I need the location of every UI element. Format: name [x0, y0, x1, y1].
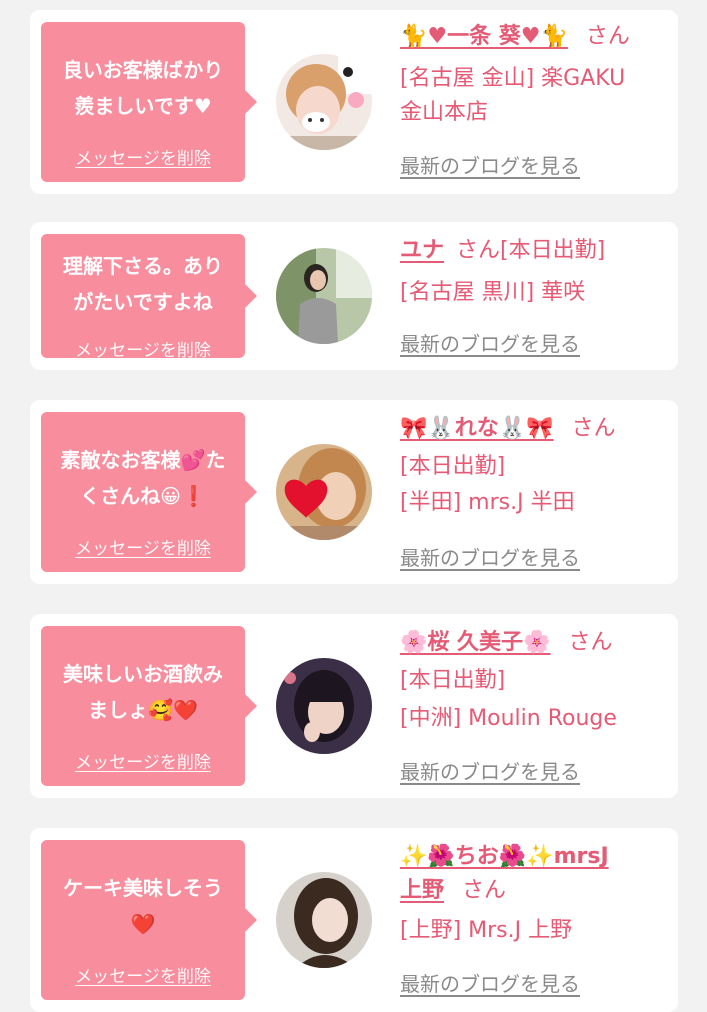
message-card: ケーキ美味しそう ❤️ メッセージを削除 ✨🌺ちお🌺✨mrsJ 上野 さん [上野…: [30, 828, 678, 1012]
shop-name: [半田] mrs.J 半田: [400, 490, 575, 515]
delete-message-link[interactable]: メッセージを削除: [41, 962, 245, 987]
message-text: 良いお客様ばかり 羨ましいです♥: [49, 52, 237, 124]
message-line: 羨ましいです♥: [74, 94, 212, 118]
profile-info: ✨🌺ちお🌺✨mrsJ 上野 さん [上野] Mrs.J 上野 最新のブログを見る: [400, 828, 670, 1012]
work-status: [本日出勤]: [400, 454, 506, 479]
portrait-photo-icon: [276, 658, 372, 754]
message-bubble: 素敵なお客様💕た くさんね😀❗ メッセージを削除: [41, 412, 257, 572]
message-line: 理解下さる。あり: [63, 254, 223, 278]
message-text: 理解下さる。あり がたいですよね: [49, 248, 237, 320]
message-bubble: 美味しいお酒飲み ましょ🥰❤️ メッセージを削除: [41, 626, 257, 786]
profile-name-link[interactable]: 🐈♥一条 葵♥🐈: [400, 24, 568, 49]
message-line: ましょ🥰❤️: [88, 698, 198, 722]
san-label: さん: [456, 238, 501, 263]
shop-name: [名古屋 金山] 楽GAKU: [400, 66, 626, 91]
message-line: がたいですよね: [73, 290, 213, 314]
san-label: さん: [568, 630, 613, 655]
delete-message-link[interactable]: メッセージを削除: [41, 336, 245, 361]
message-line: 美味しいお酒飲み: [63, 662, 223, 686]
delete-message-link[interactable]: メッセージを削除: [41, 748, 245, 773]
message-card: 美味しいお酒飲み ましょ🥰❤️ メッセージを削除 🌸桜 久美子🌸 さん [本日出勤…: [30, 614, 678, 798]
message-line: ケーキ美味しそう: [63, 876, 223, 900]
profile-name-link[interactable]: 🎀🐰れな🐰🎀: [400, 416, 554, 441]
profile-info: 🐈♥一条 葵♥🐈 さん [名古屋 金山] 楽GAKU 金山本店 最新のブログを見る: [400, 10, 670, 194]
message-bubble: 理解下さる。あり がたいですよね メッセージを削除: [41, 234, 257, 361]
name-row: ユナ さん[本日出勤]: [400, 236, 605, 266]
message-text: ケーキ美味しそう ❤️: [49, 870, 237, 942]
san-label: さん: [571, 416, 616, 441]
shop-name: [名古屋 黒川] 華咲: [400, 280, 586, 305]
portrait-photo-icon: [276, 54, 372, 150]
profile-info: ユナ さん[本日出勤] [名古屋 黒川] 華咲 最新のブログを見る: [400, 222, 670, 370]
profile-name-link[interactable]: 上野: [400, 878, 444, 903]
avatar[interactable]: [276, 444, 372, 540]
avatar[interactable]: [276, 248, 372, 344]
profile-info: 🎀🐰れな🐰🎀 さん [本日出勤] [半田] mrs.J 半田 最新のブログを見る: [400, 400, 670, 584]
message-card: 理解下さる。あり がたいですよね メッセージを削除 ユナ さん[本日出勤] [名古…: [30, 222, 678, 370]
profile-name-link[interactable]: ✨🌺ちお🌺✨mrsJ: [400, 844, 609, 869]
shop-name: [上野] Mrs.J 上野: [400, 918, 573, 943]
name-row: 🎀🐰れな🐰🎀 さん: [400, 414, 616, 444]
shop-name: [中洲] Moulin Rouge: [400, 706, 617, 731]
shop-name: 金山本店: [400, 100, 489, 125]
message-card: 素敵なお客様💕た くさんね😀❗ メッセージを削除 🎀🐰れな🐰🎀 さん [本日出勤]…: [30, 400, 678, 584]
portrait-photo-icon: [276, 248, 372, 344]
message-bubble: 良いお客様ばかり 羨ましいです♥ メッセージを削除: [41, 22, 257, 182]
profile-name-link[interactable]: 🌸桜 久美子🌸: [400, 630, 550, 655]
message-line: ❤️: [130, 912, 156, 936]
name-row: 🌸桜 久美子🌸 さん: [400, 628, 612, 658]
delete-message-link[interactable]: メッセージを削除: [41, 534, 245, 559]
message-bubble: ケーキ美味しそう ❤️ メッセージを削除: [41, 840, 257, 1000]
avatar[interactable]: [276, 54, 372, 150]
name-row: 🐈♥一条 葵♥🐈 さん: [400, 22, 630, 52]
message-line: くさんね😀❗: [80, 484, 206, 508]
profile-name-link[interactable]: ユナ: [400, 238, 444, 263]
work-status: [本日出勤]: [500, 238, 606, 263]
message-line: 良いお客様ばかり: [62, 58, 224, 82]
avatar[interactable]: [276, 872, 372, 968]
profile-info: 🌸桜 久美子🌸 さん [本日出勤] [中洲] Moulin Rouge 最新のブロ…: [400, 614, 670, 798]
blog-link[interactable]: 最新のブログを見る: [400, 150, 580, 179]
name-row: ✨🌺ちお🌺✨mrsJ: [400, 842, 609, 872]
blog-link[interactable]: 最新のブログを見る: [400, 968, 580, 997]
portrait-photo-icon: [276, 444, 372, 540]
message-text: 美味しいお酒飲み ましょ🥰❤️: [49, 656, 237, 728]
delete-message-link[interactable]: メッセージを削除: [41, 144, 245, 169]
portrait-photo-icon: [276, 872, 372, 968]
message-text: 素敵なお客様💕た くさんね😀❗: [49, 442, 237, 514]
work-status: [本日出勤]: [400, 668, 506, 693]
name-row: 上野 さん: [400, 876, 506, 906]
blog-link[interactable]: 最新のブログを見る: [400, 756, 580, 785]
message-line: 素敵なお客様💕た: [60, 448, 226, 472]
blog-link[interactable]: 最新のブログを見る: [400, 542, 580, 571]
san-label: さん: [585, 24, 630, 49]
blog-link[interactable]: 最新のブログを見る: [400, 328, 580, 357]
avatar[interactable]: [276, 658, 372, 754]
san-label: さん: [462, 878, 507, 903]
message-card: 良いお客様ばかり 羨ましいです♥ メッセージを削除 🐈♥一条 葵♥🐈 さん [名古…: [30, 10, 678, 194]
